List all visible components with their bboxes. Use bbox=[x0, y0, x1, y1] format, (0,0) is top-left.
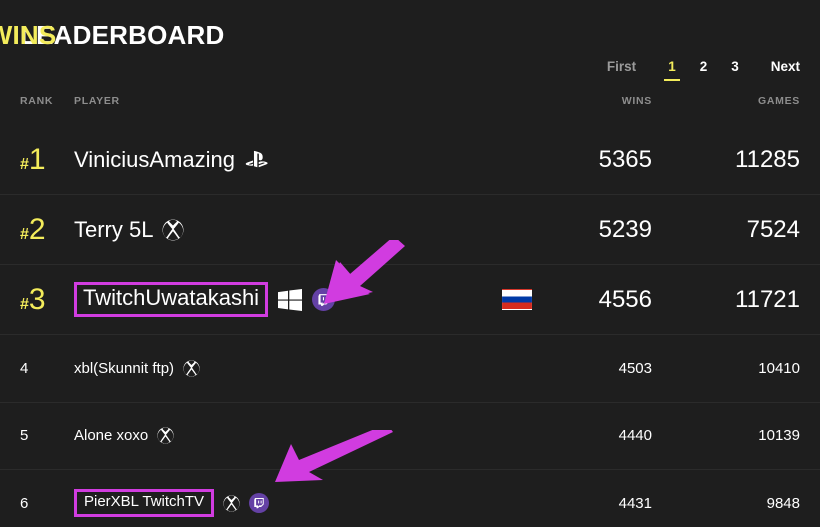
wins-value: 4556 bbox=[598, 285, 652, 313]
column-header-rank: RANK bbox=[20, 95, 54, 107]
player-name-highlighted[interactable]: TwitchUwatakashi bbox=[74, 282, 269, 317]
pagination-page-2[interactable]: 2 bbox=[688, 58, 720, 76]
pagination-first[interactable]: First bbox=[595, 58, 656, 76]
wins-value: 4440 bbox=[618, 427, 652, 445]
column-header-games: GAMES bbox=[757, 95, 800, 107]
pagination: First 1 2 3 Next bbox=[595, 58, 800, 76]
rank-value: 4 bbox=[20, 359, 29, 377]
player-cell: Terry 5L bbox=[74, 217, 184, 243]
rank-cell: #2 bbox=[20, 212, 46, 247]
rank-prefix: # bbox=[20, 225, 29, 243]
pagination-page-1[interactable]: 1 bbox=[656, 58, 688, 76]
table-row[interactable]: 6 PierXBL TwitchTV 4431 9848 bbox=[0, 470, 820, 527]
player-cell: TwitchUwatakashi bbox=[74, 282, 336, 317]
column-header-player: PLAYER bbox=[74, 95, 120, 107]
wins-value: 4431 bbox=[618, 494, 652, 512]
table-row[interactable]: 4 xbl(Skunnit ftp) 4503 10410 bbox=[0, 335, 820, 403]
leaderboard-rows: #1 ViniciusAmazing 5365 11285 #2 Terry 5L… bbox=[0, 125, 820, 527]
column-header-wins: WINS bbox=[621, 95, 652, 107]
player-cell: xbl(Skunnit ftp) bbox=[74, 360, 200, 377]
wins-value: 5239 bbox=[598, 215, 652, 243]
table-row[interactable]: 5 Alone xoxo 4440 10139 bbox=[0, 403, 820, 470]
games-value: 11285 bbox=[735, 145, 800, 173]
rank-value: 6 bbox=[20, 494, 29, 512]
rank-cell: #1 bbox=[20, 142, 46, 177]
rank-value: 5 bbox=[20, 427, 29, 445]
player-cell: ViniciusAmazing bbox=[74, 147, 270, 173]
xbox-icon bbox=[162, 219, 184, 241]
pagination-page-3[interactable]: 3 bbox=[719, 58, 751, 76]
table-row[interactable]: #1 ViniciusAmazing 5365 11285 bbox=[0, 125, 820, 195]
games-value: 10410 bbox=[758, 359, 800, 377]
rank-cell: 5 bbox=[20, 427, 28, 444]
windows-icon bbox=[277, 288, 303, 311]
rank-cell: 4 bbox=[20, 360, 28, 377]
page-title-highlight: WINS bbox=[0, 20, 57, 50]
twitch-icon[interactable] bbox=[312, 288, 336, 311]
table-row[interactable]: #3 TwitchUwatakashi 4556 11721 bbox=[0, 265, 820, 335]
games-value: 11721 bbox=[735, 285, 800, 313]
rank-cell: 6 bbox=[20, 495, 28, 512]
rank-cell: #3 bbox=[20, 282, 46, 317]
player-cell: PierXBL TwitchTV bbox=[74, 489, 270, 518]
player-name-highlighted[interactable]: PierXBL TwitchTV bbox=[74, 489, 215, 518]
xbox-icon bbox=[157, 427, 174, 444]
player-name[interactable]: xbl(Skunnit ftp) bbox=[74, 360, 174, 377]
rank-value: 1 bbox=[28, 142, 46, 176]
games-value: 9848 bbox=[766, 494, 800, 512]
pagination-next[interactable]: Next bbox=[751, 58, 800, 76]
column-headers: RANK PLAYER WINS GAMES bbox=[0, 95, 820, 113]
xbox-icon bbox=[223, 495, 240, 512]
leaderboard-page: WINS LEADERBOARD First 1 2 3 Next RANK P… bbox=[0, 0, 820, 527]
xbox-icon bbox=[183, 360, 200, 377]
rank-value: 2 bbox=[28, 212, 46, 246]
player-name[interactable]: Alone xoxo bbox=[74, 427, 148, 444]
country-flag-russia bbox=[502, 289, 532, 310]
player-name[interactable]: ViniciusAmazing bbox=[74, 147, 235, 173]
twitch-icon[interactable] bbox=[249, 493, 270, 514]
player-cell: Alone xoxo bbox=[74, 427, 174, 444]
wins-value: 5365 bbox=[598, 145, 652, 173]
games-value: 7524 bbox=[746, 215, 800, 243]
rank-prefix: # bbox=[20, 155, 29, 173]
table-row[interactable]: #2 Terry 5L 5239 7524 bbox=[0, 195, 820, 265]
rank-value: 3 bbox=[28, 282, 46, 316]
wins-value: 4503 bbox=[618, 359, 652, 377]
playstation-icon bbox=[244, 149, 270, 171]
games-value: 10139 bbox=[758, 427, 800, 445]
rank-prefix: # bbox=[20, 295, 29, 313]
page-title: WINS LEADERBOARD bbox=[0, 20, 224, 51]
player-name[interactable]: Terry 5L bbox=[74, 217, 153, 243]
